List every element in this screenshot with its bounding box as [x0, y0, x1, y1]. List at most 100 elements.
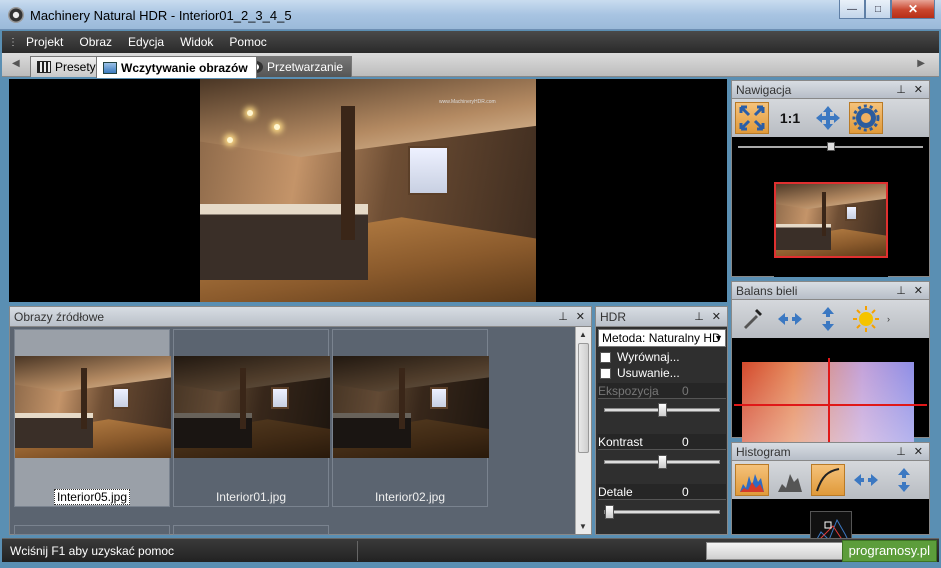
gear-icon	[852, 104, 880, 132]
title-bar: Machinery Natural HDR - Interior01_2_3_4…	[0, 0, 941, 30]
image-preview[interactable]: www.MachineryHDR.com	[9, 79, 727, 302]
thumbnail-label: Interior05.jpg	[14, 489, 170, 505]
scroll-down-icon[interactable]: ▼	[579, 522, 587, 531]
minimize-button[interactable]: —	[839, 0, 865, 19]
thumbnail-label: Interior01.jpg	[215, 490, 287, 504]
vertical-balance-button[interactable]	[811, 303, 845, 335]
exposure-row: Ekspozycja 0	[598, 383, 726, 399]
remove-option[interactable]: Usuwanie...	[598, 365, 726, 381]
contrast-value[interactable]: 0	[682, 435, 689, 449]
menu-obraz[interactable]: Obraz	[79, 35, 112, 49]
thumbnail-interior01[interactable]	[173, 329, 330, 507]
detail-value[interactable]: 0	[682, 485, 689, 499]
thumbnail-image	[174, 356, 330, 458]
load-images-icon	[103, 61, 117, 74]
align-option[interactable]: Wyrównaj...	[598, 349, 726, 365]
thumbnail-interior05[interactable]	[14, 329, 171, 507]
luminance-histogram-icon	[778, 474, 802, 492]
histogram-curve-button[interactable]	[811, 464, 845, 496]
tab-process[interactable]: Przetwarzanie	[242, 56, 353, 77]
curve-icon	[816, 468, 840, 492]
thumbnail-partial[interactable]	[14, 525, 170, 535]
menu-widok[interactable]: Widok	[180, 35, 213, 49]
contrast-slider-knob[interactable]	[658, 455, 667, 469]
pin-icon[interactable]: ⊥	[896, 445, 906, 458]
pin-icon[interactable]: ⊥	[896, 83, 906, 96]
method-select[interactable]: Metoda: Naturalny HD ▼	[598, 329, 726, 347]
thumbnail-label: Interior02.jpg	[374, 490, 446, 504]
detail-slider-knob[interactable]	[605, 505, 614, 519]
tab-scroll-left-icon[interactable]: ◀	[12, 58, 20, 69]
panel-close-icon[interactable]: ✕	[576, 310, 585, 323]
scroll-up-icon[interactable]: ▲	[579, 330, 587, 339]
histogram-toolbar	[732, 461, 929, 499]
navigation-thumbnail[interactable]	[774, 163, 888, 277]
pin-icon[interactable]: ⊥	[694, 310, 704, 323]
panel-close-icon[interactable]: ✕	[914, 445, 923, 458]
close-button[interactable]: ✕	[891, 0, 935, 19]
tab-process-label: Przetwarzanie	[267, 60, 344, 74]
view-frame[interactable]	[774, 182, 888, 258]
app-icon	[8, 7, 24, 23]
window-controls: — □ ✕	[839, 0, 935, 19]
maximize-button[interactable]: □	[865, 0, 891, 19]
status-help-text: Wciśnij F1 aby uzyskać pomoc	[10, 544, 175, 558]
detail-row: Detale 0	[598, 484, 726, 500]
zoom-slider[interactable]	[738, 142, 923, 151]
detail-slider[interactable]	[604, 505, 720, 519]
horizontal-balance-button[interactable]	[773, 303, 807, 335]
exposure-value[interactable]: 0	[682, 384, 689, 398]
fit-window-icon	[739, 105, 765, 131]
tab-load-images[interactable]: Wczytywanie obrazów	[96, 56, 257, 78]
presets-icon	[37, 61, 51, 73]
thumbnail-interior02[interactable]	[332, 329, 489, 507]
source-images-panel: Obrazy źródłowe ⊥ ✕ Interior05.jpg Inter…	[9, 306, 592, 535]
preview-image: www.MachineryHDR.com	[200, 79, 536, 302]
panel-close-icon[interactable]: ✕	[914, 284, 923, 297]
auto-balance-button[interactable]	[849, 303, 883, 335]
pin-icon[interactable]: ⊥	[896, 284, 906, 297]
tab-scroll-right-icon[interactable]: ▶	[917, 58, 925, 69]
remove-checkbox[interactable]	[600, 367, 611, 379]
horizontal-arrows-icon	[778, 313, 802, 325]
thumbnail-partial[interactable]	[173, 525, 329, 535]
eyedropper-button[interactable]	[735, 303, 769, 335]
histogram-vertical-button[interactable]	[887, 464, 921, 496]
contrast-slider[interactable]	[604, 455, 720, 469]
preview-watermark: www.MachineryHDR.com	[439, 99, 496, 106]
menu-edycja[interactable]: Edycja	[128, 35, 164, 49]
vertical-arrows-icon	[822, 307, 834, 331]
white-balance-panel-header: Balans bieli ⊥ ✕	[731, 281, 930, 300]
vertical-arrows-icon	[898, 468, 910, 492]
navigation-panel-title: Nawigacja	[736, 82, 792, 97]
tab-presets[interactable]: Presety	[30, 56, 105, 77]
tab-load-images-label: Wczytywanie obrazów	[121, 60, 248, 75]
histogram-luminance-button[interactable]	[773, 464, 807, 496]
white-balance-toolbar: ›	[732, 300, 929, 338]
scroll-thumb[interactable]	[578, 343, 589, 453]
align-checkbox[interactable]	[600, 351, 611, 363]
zoom-slider-knob[interactable]	[827, 142, 835, 151]
menu-projekt[interactable]: Projekt	[26, 35, 63, 49]
menu-pomoc[interactable]: Pomoc	[229, 35, 266, 49]
toolbar-more-icon[interactable]: ›	[887, 314, 890, 324]
menu-bar: ⋮ Projekt Obraz Edycja Widok Pomoc	[2, 31, 939, 53]
source-scrollbar[interactable]: ▲ ▼	[575, 327, 591, 534]
panel-close-icon[interactable]: ✕	[914, 83, 923, 96]
pin-icon[interactable]: ⊥	[558, 310, 568, 323]
histogram-horizontal-button[interactable]	[849, 464, 883, 496]
exposure-label: Ekspozycja	[598, 383, 659, 398]
one-to-one-button[interactable]: 1:1	[773, 102, 807, 134]
brand-badge: programosy.pl	[841, 540, 937, 562]
window-title: Machinery Natural HDR - Interior01_2_3_4…	[30, 8, 292, 23]
histogram-color-button[interactable]	[735, 464, 769, 496]
settings-button[interactable]	[849, 102, 883, 134]
panel-close-icon[interactable]: ✕	[712, 310, 721, 323]
exposure-slider[interactable]	[604, 403, 720, 417]
contrast-label: Kontrast	[598, 434, 643, 449]
fit-window-button[interactable]	[735, 102, 769, 134]
move-button[interactable]	[811, 102, 845, 134]
white-balance-horizontal-marker	[734, 404, 927, 406]
exposure-slider-knob[interactable]	[658, 403, 667, 417]
thumbnail-image	[15, 356, 171, 458]
